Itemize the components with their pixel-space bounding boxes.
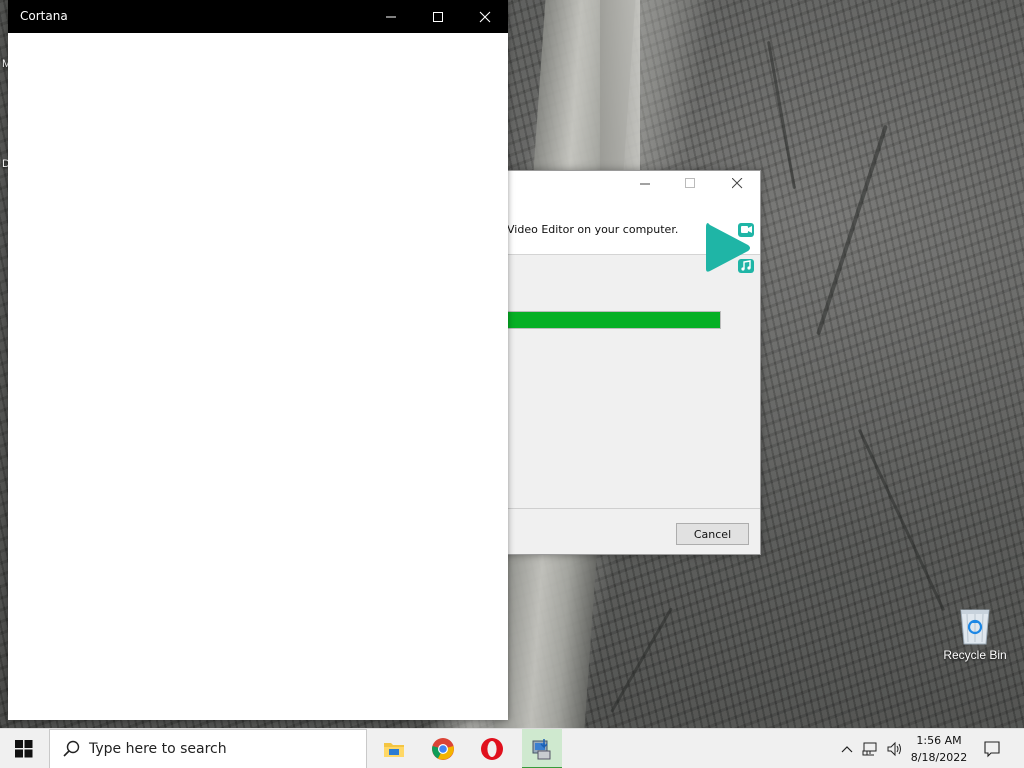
recycle-bin-icon (958, 604, 992, 645)
wallpaper-crack (766, 40, 797, 190)
footer-divider (471, 508, 760, 509)
network-tray-button[interactable] (860, 729, 882, 768)
maximize-icon (684, 177, 695, 188)
wallpaper-rock-band-secondary (600, 0, 640, 180)
show-hidden-icons-button[interactable] (836, 729, 858, 768)
minimize-button[interactable] (368, 0, 414, 33)
install-progress-bar (507, 311, 721, 329)
wallpaper-crack (816, 124, 888, 336)
installer-icon (532, 739, 551, 760)
wallpaper-crack (857, 428, 946, 612)
file-explorer-icon (384, 743, 404, 757)
taskbar-file-explorer[interactable] (374, 729, 414, 768)
action-center-button[interactable] (978, 729, 1006, 768)
search-placeholder: Type here to search (89, 741, 227, 757)
search-icon (63, 740, 80, 757)
wallpaper-crack (610, 607, 673, 713)
maximize-button[interactable] (675, 171, 705, 195)
clock-date: 8/18/2022 (910, 751, 968, 764)
cortana-content-area[interactable] (8, 33, 508, 720)
recycle-bin-label: Recycle Bin (943, 648, 1007, 662)
minimize-icon (386, 16, 396, 17)
opera-icon (481, 738, 503, 760)
installer-window[interactable]: Video Editor on your computer. Cancel (470, 170, 761, 555)
taskbar-chrome[interactable] (423, 729, 463, 768)
start-button[interactable] (0, 729, 48, 768)
taskbar-installer[interactable] (522, 729, 562, 768)
cancel-button[interactable]: Cancel (676, 523, 749, 545)
clock-time: 1:56 AM (916, 734, 962, 747)
notification-icon (984, 741, 1000, 758)
close-button[interactable] (722, 171, 752, 195)
taskbar-opera[interactable] (472, 729, 512, 768)
minimize-button[interactable] (630, 171, 660, 195)
close-button[interactable] (462, 0, 508, 33)
recycle-bin[interactable]: Recycle Bin (940, 600, 1010, 662)
video-editor-logo-icon (704, 221, 756, 275)
maximize-button[interactable] (415, 0, 461, 33)
installer-header-text: Video Editor on your computer. (507, 223, 679, 236)
minimize-icon (639, 183, 650, 184)
close-icon (479, 11, 491, 22)
installer-titlebar[interactable] (471, 171, 760, 195)
close-icon (731, 177, 742, 188)
taskbar-clock[interactable]: 1:56 AM 8/18/2022 (900, 732, 978, 766)
taskbar: Type here to search 1:56 AM 8/18/2022 (0, 728, 1024, 768)
install-progress-fill (508, 312, 720, 328)
window-title: Cortana (20, 9, 68, 23)
maximize-icon (433, 11, 443, 22)
windows-logo-icon (15, 740, 33, 758)
cortana-window[interactable]: Cortana (8, 0, 508, 720)
installer-header: Video Editor on your computer. (471, 195, 760, 273)
chrome-icon (432, 738, 454, 760)
cortana-titlebar[interactable]: Cortana (8, 0, 508, 33)
taskbar-search-box[interactable]: Type here to search (49, 729, 367, 768)
chevron-up-icon (841, 746, 853, 753)
network-icon (862, 742, 877, 756)
